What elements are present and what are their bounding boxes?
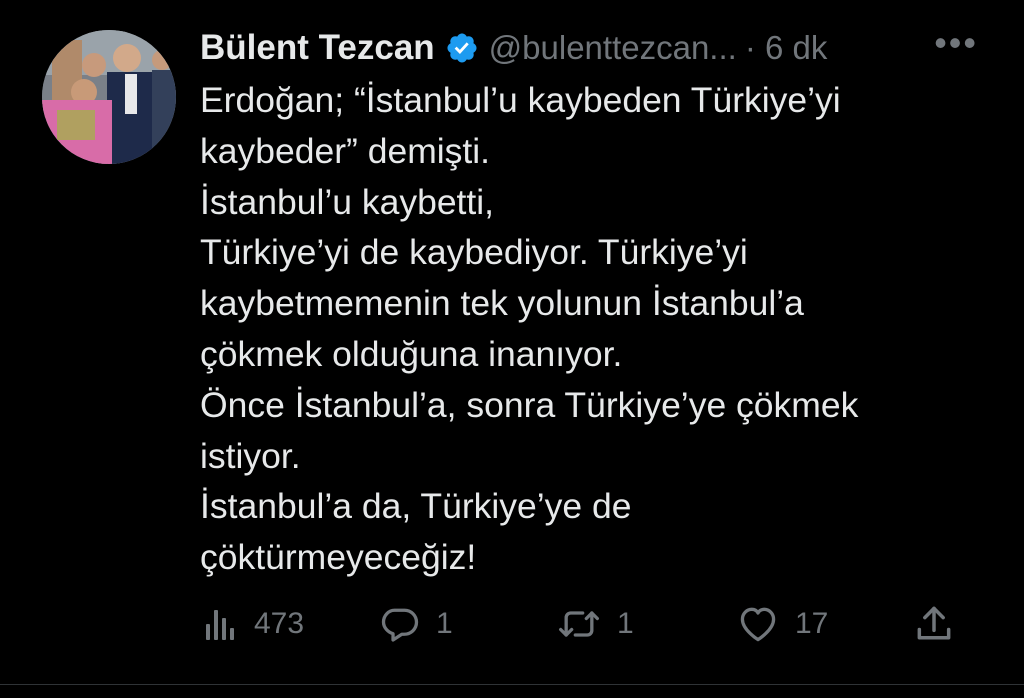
- heart-icon: [740, 607, 776, 642]
- avatar[interactable]: [42, 30, 176, 164]
- tweet-text-line: Önce İstanbul’a, sonra Türkiye’ye çökmek: [200, 384, 859, 425]
- verified-badge-icon: [447, 33, 477, 63]
- author-handle[interactable]: @bulenttezcan...: [489, 29, 737, 67]
- tweet-actions-bar: 473 1 1 17: [200, 600, 960, 648]
- retweet-icon: [559, 611, 599, 637]
- more-options-icon[interactable]: •••: [934, 25, 978, 61]
- tweet-text-line: çökmek olduğuna inanıyor.: [200, 333, 623, 374]
- tweet-text-line: İstanbul’a da, Türkiye’ye de: [200, 486, 632, 527]
- tweet-text-line: çöktürmeyeceğiz!: [200, 537, 477, 578]
- author-name[interactable]: Bülent Tezcan: [200, 28, 435, 68]
- avatar-photo: [42, 30, 176, 164]
- share-icon: [917, 606, 951, 640]
- tweet-text-line: İstanbul’u kaybetti,: [200, 181, 495, 222]
- tweet[interactable]: Bülent Tezcan @bulenttezcan... · 6 dk ••…: [0, 0, 1024, 698]
- tweet-text-line: kaybetmemenin tek yolunun İstanbul’a: [200, 283, 804, 324]
- tweet-text-line: istiyor.: [200, 435, 301, 476]
- like-count: 17: [795, 607, 829, 640]
- reply-count: 1: [436, 607, 453, 640]
- tweet-timestamp[interactable]: · 6 dk: [745, 29, 828, 67]
- retweet-count: 1: [617, 607, 634, 640]
- tweet-text-line: Erdoğan; “İstanbul’u kaybeden Türkiye’yi: [200, 80, 841, 120]
- share-button[interactable]: [912, 600, 956, 648]
- tweet-text-line: Türkiye’yi de kaybediyor. Türkiye’yi: [200, 232, 748, 273]
- reply-button[interactable]: 1: [378, 600, 453, 648]
- divider: [0, 684, 1024, 685]
- retweet-button[interactable]: 1: [555, 600, 634, 648]
- reply-icon: [381, 608, 419, 642]
- tweet-text-line: kaybeder” demişti.: [200, 130, 491, 171]
- views-button[interactable]: 473: [200, 600, 304, 648]
- tweet-text: Erdoğan; “İstanbul’u kaybeden Türkiye’yi…: [200, 75, 990, 583]
- views-count: 473: [254, 607, 305, 640]
- tweet-header: Bülent Tezcan @bulenttezcan... · 6 dk: [200, 22, 1004, 74]
- analytics-icon: [206, 610, 234, 640]
- like-button[interactable]: 17: [735, 600, 828, 648]
